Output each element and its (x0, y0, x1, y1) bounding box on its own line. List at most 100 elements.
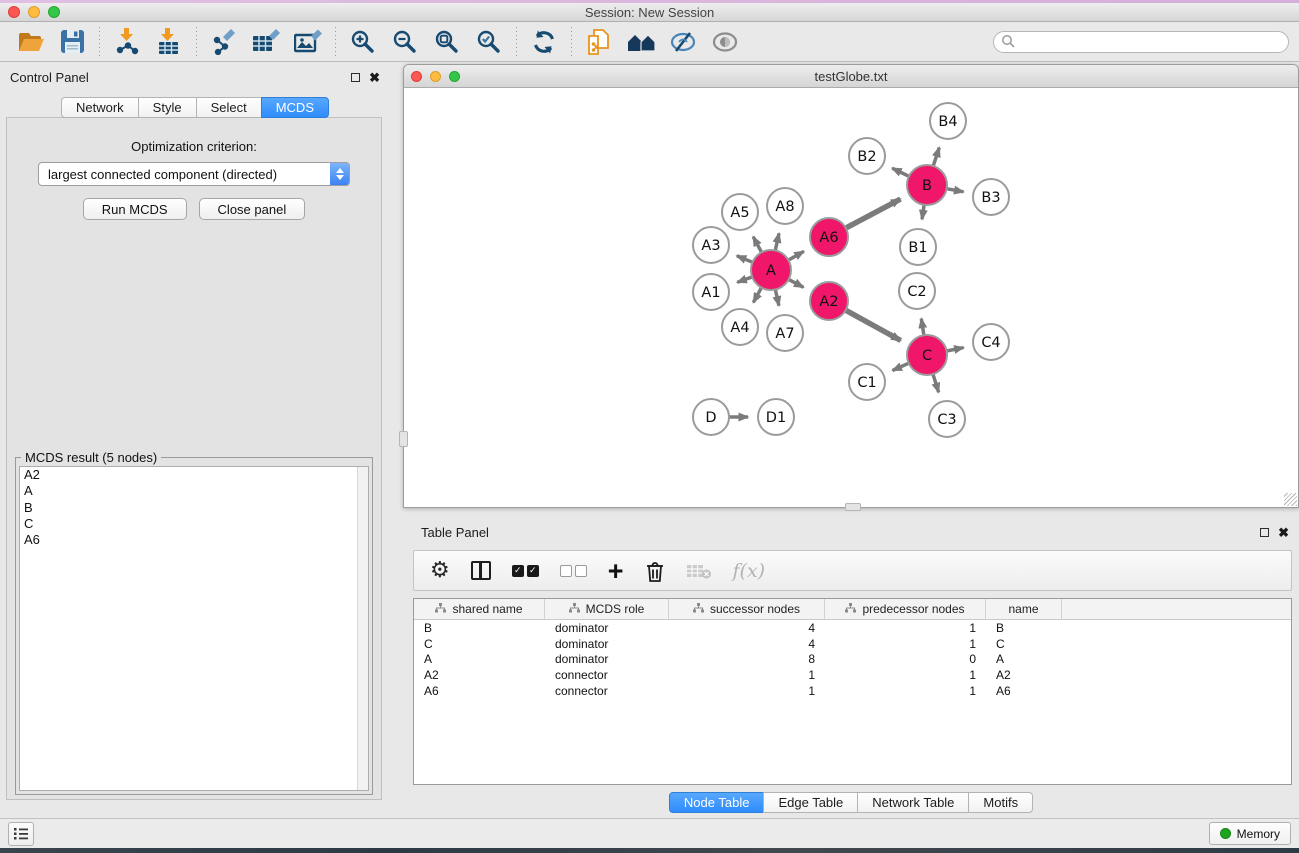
column-header-name[interactable]: name (986, 599, 1062, 619)
table-cell: dominator (545, 637, 669, 651)
graph-node-D1[interactable]: D1 (758, 399, 794, 435)
splitter-handle-bottom[interactable] (845, 503, 861, 511)
unselect-all-columns-icon[interactable] (560, 556, 587, 586)
table-tab-motifs[interactable]: Motifs (968, 792, 1033, 813)
graph-node-B2[interactable]: B2 (849, 138, 885, 174)
save-icon[interactable] (58, 28, 86, 56)
result-item[interactable]: C (20, 516, 368, 532)
graph-node-A1[interactable]: A1 (693, 274, 729, 310)
table-tab-edge-table[interactable]: Edge Table (763, 792, 858, 813)
graph-node-A7[interactable]: A7 (767, 315, 803, 351)
export-image-icon[interactable] (294, 28, 322, 56)
graph-node-A4[interactable]: A4 (722, 309, 758, 345)
graph-node-C1[interactable]: C1 (849, 364, 885, 400)
run-mcds-button[interactable]: Run MCDS (83, 198, 187, 220)
graph-node-A[interactable]: A (751, 250, 791, 290)
graph-node-D[interactable]: D (693, 399, 729, 435)
open-folder-icon[interactable] (16, 28, 44, 56)
table-cell: 4 (669, 637, 825, 651)
desktop-edge-bottom (0, 848, 1299, 853)
graph-node-A2[interactable]: A2 (810, 282, 848, 320)
memory-button[interactable]: Memory (1209, 822, 1291, 845)
float-panel-icon[interactable] (351, 73, 360, 82)
new-session-network-icon[interactable] (585, 28, 613, 56)
result-scrollbar[interactable] (357, 467, 368, 790)
close-panel-icon[interactable]: ✖ (369, 73, 380, 82)
resize-grip-icon[interactable] (1284, 493, 1297, 506)
column-chooser-icon[interactable] (471, 556, 491, 586)
network-window-titlebar[interactable]: testGlobe.txt (404, 65, 1298, 88)
table-tab-network-table[interactable]: Network Table (857, 792, 969, 813)
table-row[interactable]: Bdominator41B (414, 620, 1291, 636)
tab-style[interactable]: Style (138, 97, 197, 118)
app-title: Session: New Session (0, 5, 1299, 20)
task-history-button[interactable] (8, 822, 34, 846)
export-table-icon[interactable] (252, 28, 280, 56)
table-cell: 1 (825, 668, 986, 682)
node-table[interactable]: shared nameMCDS rolesuccessor nodesprede… (413, 598, 1292, 785)
criterion-dropdown[interactable]: largest connected component (directed) (38, 162, 350, 186)
close-table-panel-icon[interactable]: ✖ (1278, 528, 1289, 537)
graph-node-C3[interactable]: C3 (929, 401, 965, 437)
column-header-successor-nodes[interactable]: successor nodes (669, 599, 825, 619)
search-field[interactable] (993, 31, 1289, 53)
result-item[interactable]: A (20, 483, 368, 499)
graph-node-B[interactable]: B (907, 165, 947, 205)
svg-text:B1: B1 (908, 240, 927, 256)
column-header-MCDS-role[interactable]: MCDS role (545, 599, 669, 619)
column-header-shared-name[interactable]: shared name (414, 599, 545, 619)
svg-text:C2: C2 (907, 284, 926, 300)
table-cell: dominator (545, 621, 669, 635)
graph-node-C[interactable]: C (907, 335, 947, 375)
import-table-icon[interactable] (155, 28, 183, 56)
result-item[interactable]: B (20, 500, 368, 516)
control-panel-tabs: NetworkStyleSelectMCDS (0, 97, 390, 118)
column-header-predecessor-nodes[interactable]: predecessor nodes (825, 599, 986, 619)
table-settings-gear-icon[interactable]: ⚙ (430, 556, 450, 586)
hide-graphics-icon[interactable] (669, 28, 697, 56)
mcds-result-list[interactable]: A2ABCA6 (19, 466, 369, 791)
tab-network[interactable]: Network (61, 97, 139, 118)
refresh-icon[interactable] (530, 28, 558, 56)
table-row[interactable]: Cdominator41C (414, 636, 1291, 652)
tab-select[interactable]: Select (196, 97, 262, 118)
home-pair-icon[interactable] (627, 28, 655, 56)
close-panel-button[interactable]: Close panel (199, 198, 306, 220)
table-row[interactable]: Adominator80A (414, 651, 1291, 667)
table-row[interactable]: A6connector11A6 (414, 683, 1291, 699)
graph-node-A5[interactable]: A5 (722, 194, 758, 230)
select-all-columns-icon[interactable]: ✓✓ (512, 556, 539, 586)
table-cell: connector (545, 684, 669, 698)
graph-node-A6[interactable]: A6 (810, 218, 848, 256)
show-graphics-icon[interactable] (711, 28, 739, 56)
tab-mcds[interactable]: MCDS (261, 97, 329, 118)
table-tab-node-table[interactable]: Node Table (669, 792, 765, 813)
graph-node-A3[interactable]: A3 (693, 227, 729, 263)
zoom-in-icon[interactable] (349, 28, 377, 56)
graph-node-A8[interactable]: A8 (767, 188, 803, 224)
result-item[interactable]: A6 (20, 532, 368, 548)
export-network-icon[interactable] (210, 28, 238, 56)
graph-node-C2[interactable]: C2 (899, 273, 935, 309)
zoom-out-icon[interactable] (391, 28, 419, 56)
memory-status-icon (1220, 828, 1231, 839)
import-network-icon[interactable] (113, 28, 141, 56)
graph-node-B3[interactable]: B3 (973, 179, 1009, 215)
float-table-panel-icon[interactable] (1260, 528, 1269, 537)
graph-node-B1[interactable]: B1 (900, 229, 936, 265)
app-titlebar: Session: New Session (0, 3, 1299, 22)
table-row[interactable]: A2connector11A2 (414, 667, 1291, 683)
graph-node-B4[interactable]: B4 (930, 103, 966, 139)
add-column-icon[interactable]: + (608, 556, 624, 586)
graph-node-C4[interactable]: C4 (973, 324, 1009, 360)
status-bar: Memory (0, 818, 1299, 848)
result-item[interactable]: A2 (20, 467, 368, 483)
splitter-handle-left[interactable] (399, 431, 408, 447)
svg-text:B: B (922, 178, 932, 194)
zoom-selected-icon[interactable] (475, 28, 503, 56)
search-input[interactable] (1016, 35, 1288, 49)
delete-column-icon[interactable] (645, 556, 665, 586)
table-panel: Table Panel ✖ ⚙ ✓✓ + f(x) shared nameMCD… (403, 520, 1299, 816)
network-canvas[interactable]: A A1 A2 A3 A4 A5 A6 A7 A8 B B1 B2 B3 B4 C C1 C2 C3 C4 D D1 (404, 88, 1298, 507)
zoom-fit-icon[interactable] (433, 28, 461, 56)
